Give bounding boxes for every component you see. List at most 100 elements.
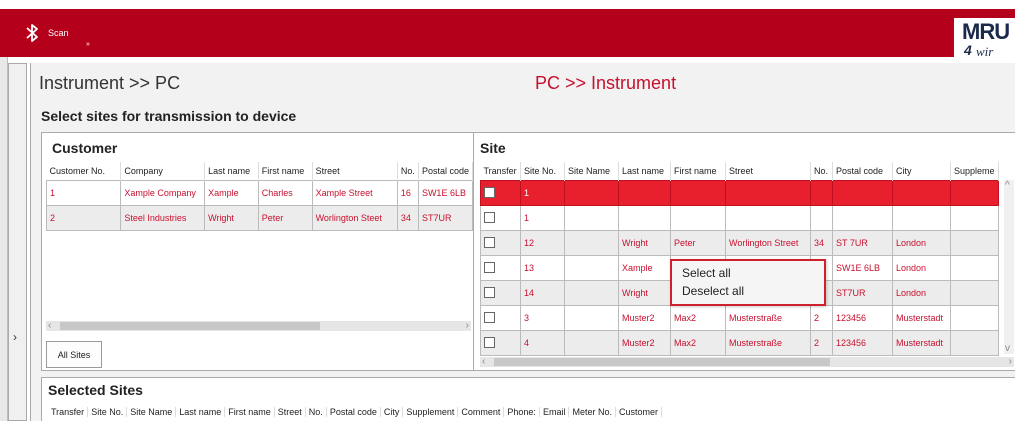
column-header[interactable]: Meter No. [569, 407, 616, 417]
column-header[interactable]: Transfer [480, 162, 521, 180]
column-header[interactable]: No. [397, 162, 419, 180]
horizontal-scrollbar[interactable]: ‹ › [46, 320, 471, 331]
table-cell: SW1E 6LB [832, 254, 893, 281]
column-header[interactable]: Last name [204, 162, 259, 180]
column-header[interactable]: Customer [616, 407, 662, 417]
scan-button[interactable]: Scan [48, 28, 69, 38]
table-row[interactable]: 3 Muster2 Max2 Musterstraße 2 123456 Mustersta… [480, 304, 999, 331]
table-cell: 14 [520, 279, 565, 306]
column-header[interactable]: Site Name [564, 162, 619, 180]
table-cell: Musterstraße [725, 329, 811, 356]
table-cell [725, 179, 811, 206]
transfer-checkbox[interactable] [484, 212, 495, 224]
transfer-checkbox[interactable] [484, 287, 495, 299]
transfer-checkbox[interactable] [484, 312, 495, 324]
column-header[interactable]: Postal code [327, 407, 381, 417]
column-header[interactable]: City [381, 407, 404, 417]
collapse-rail[interactable]: › [8, 63, 27, 421]
tab-instrument-to-pc[interactable]: Instrument >> PC [39, 73, 180, 94]
column-header[interactable]: Email [540, 407, 570, 417]
scroll-right-icon[interactable]: › [466, 320, 469, 331]
transfer-cell[interactable] [480, 229, 521, 256]
table-cell: 16 [396, 179, 419, 206]
table-row[interactable]: 1 [480, 179, 999, 206]
column-header[interactable]: Street [312, 162, 398, 180]
column-header[interactable]: Last name [176, 407, 226, 417]
table-cell: Charles [257, 179, 313, 206]
column-header[interactable]: Comment [458, 407, 505, 417]
table-cell [832, 179, 893, 206]
table-cell: London [892, 254, 951, 281]
app-toolbar: Scan » MRU 4 wir [0, 9, 1015, 66]
transfer-checkbox[interactable] [484, 262, 495, 274]
menu-item-select-all[interactable]: Select all [682, 266, 731, 280]
transfer-checkbox[interactable] [484, 187, 495, 199]
chevron-right-icon[interactable]: › [13, 330, 17, 344]
scroll-left-icon[interactable]: ‹ [482, 356, 485, 367]
column-header[interactable]: City [892, 162, 951, 180]
table-row[interactable]: 1 Xample Company Xample Charles Xample S… [45, 179, 474, 206]
column-header[interactable]: No. [810, 162, 833, 180]
column-header[interactable]: Customer No. [46, 162, 122, 180]
tab-pc-to-instrument[interactable]: PC >> Instrument [535, 73, 676, 94]
scroll-down-icon[interactable]: v [1005, 343, 1010, 354]
scrollbar-thumb[interactable] [60, 322, 320, 330]
column-header[interactable]: Site Name [127, 407, 177, 417]
table-row[interactable]: 1 [480, 204, 999, 231]
column-header[interactable]: Supplement [403, 407, 459, 417]
column-header[interactable]: No. [306, 407, 327, 417]
selected-sites-panel: Selected Sites Transfer Site No. Site Name… [41, 377, 1015, 421]
scrollbar-thumb[interactable] [494, 358, 830, 366]
column-header[interactable]: First name [225, 407, 275, 417]
selected-sites-title: Selected Sites [48, 382, 143, 398]
table-row[interactable]: 12 Wright Peter Worlington Street 34 ST 7UR Lo… [480, 229, 999, 256]
column-header[interactable]: Company [120, 162, 206, 180]
table-cell [950, 254, 999, 281]
page-subtitle: Select sites for transmission to device [41, 108, 297, 124]
column-header[interactable]: First name [670, 162, 726, 180]
column-header[interactable]: Street [275, 407, 306, 417]
table-cell [564, 304, 619, 331]
table-row[interactable]: 4 Muster2 Max2 Musterstraße 2 123456 Mustersta… [480, 329, 999, 356]
vertical-scrollbar[interactable]: ^ v [1004, 180, 1014, 354]
transfer-checkbox[interactable] [484, 337, 495, 349]
table-cell: Musterstadt [892, 304, 951, 331]
table-cell [564, 329, 619, 356]
column-header[interactable]: First name [258, 162, 313, 180]
column-header[interactable]: Transfer [48, 407, 89, 417]
column-header[interactable]: Postal code [418, 162, 474, 180]
table-cell [564, 179, 619, 206]
scroll-right-icon[interactable]: › [1009, 356, 1012, 367]
table-cell: Steel Industries [120, 204, 206, 231]
transfer-cell[interactable] [480, 254, 521, 281]
menu-item-deselect-all[interactable]: Deselect all [682, 284, 744, 298]
horizontal-scrollbar[interactable]: ‹ › [480, 356, 1014, 367]
table-cell [618, 179, 671, 206]
table-row[interactable]: 2 Steel Industries Wright Peter Worlingt… [45, 204, 474, 231]
table-cell: 3 [520, 304, 565, 331]
column-header[interactable]: Site No. [88, 407, 128, 417]
table-cell: Worlington Street [725, 229, 811, 256]
column-header[interactable]: Phone: [504, 407, 540, 417]
bluetooth-icon[interactable] [24, 23, 40, 43]
column-header[interactable]: Postal code [832, 162, 893, 180]
table-cell [670, 204, 726, 231]
scan-expand-icon[interactable]: » [86, 41, 90, 48]
transfer-cell[interactable] [480, 279, 521, 306]
scroll-left-icon[interactable]: ‹ [48, 320, 51, 331]
transfer-cell[interactable] [480, 179, 521, 206]
scroll-up-icon[interactable]: ^ [1005, 180, 1010, 191]
transfer-cell[interactable] [480, 304, 521, 331]
transfer-cell[interactable] [480, 329, 521, 356]
transfer-checkbox[interactable] [484, 237, 495, 249]
table-cell: Wright [618, 279, 671, 306]
column-header[interactable]: Suppleme [950, 162, 999, 180]
table-cell: Xample [618, 254, 671, 281]
all-sites-button[interactable]: All Sites [46, 341, 102, 368]
table-cell: Xample Street [311, 179, 398, 206]
column-header[interactable]: Street [725, 162, 811, 180]
column-header[interactable]: Last name [618, 162, 671, 180]
column-header[interactable]: Site No. [520, 162, 565, 180]
table-cell: ST7UR [832, 279, 893, 306]
transfer-cell[interactable] [480, 204, 521, 231]
